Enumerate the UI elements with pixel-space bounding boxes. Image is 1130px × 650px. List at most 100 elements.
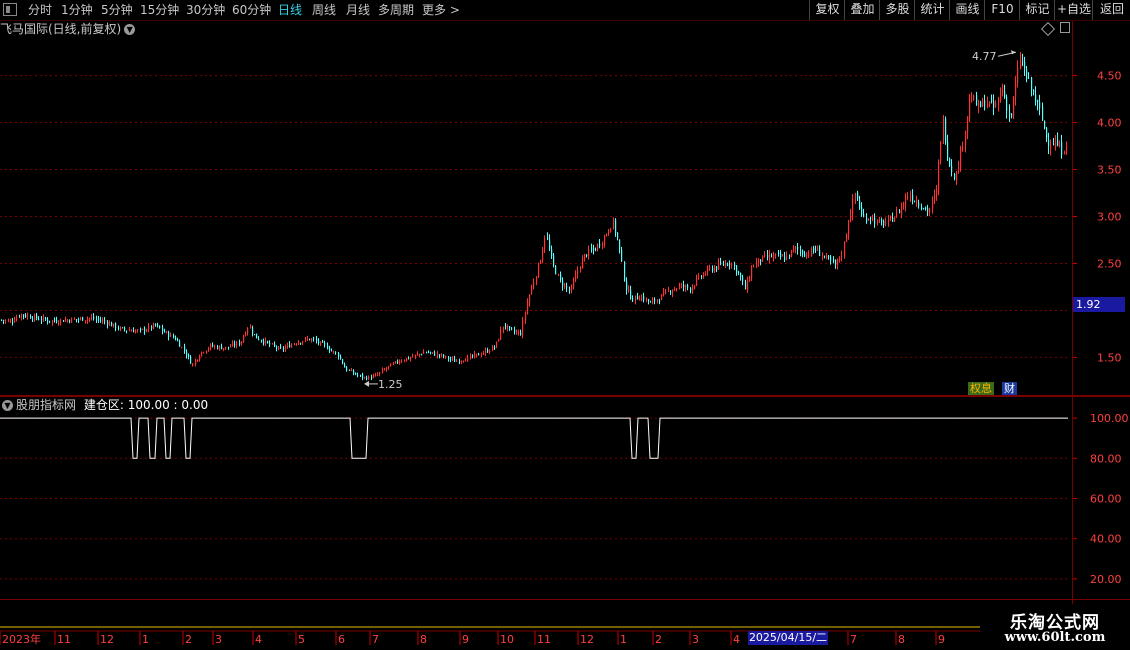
panel-expand-icon[interactable] xyxy=(1060,22,1070,33)
candle-body xyxy=(742,277,744,282)
candle-body xyxy=(571,286,573,291)
candle-body xyxy=(1055,141,1057,147)
candle-body xyxy=(892,217,894,222)
candle-body xyxy=(516,332,518,334)
candle-body xyxy=(329,348,331,351)
candle-body xyxy=(230,346,232,348)
candle-body xyxy=(943,118,945,141)
candle-body xyxy=(272,343,274,345)
chevron-down-icon[interactable]: ▼ xyxy=(2,400,13,411)
time-label: 3 xyxy=(692,633,699,646)
candle-body xyxy=(428,352,430,354)
candle-body xyxy=(740,273,742,278)
candle-body xyxy=(619,239,621,249)
candle-body xyxy=(467,356,469,362)
candle-body xyxy=(206,350,208,353)
candle-body xyxy=(135,330,137,333)
candle-body xyxy=(368,376,370,380)
candle-body xyxy=(815,249,817,251)
candle-body xyxy=(210,344,212,349)
finance-badge[interactable]: 财 xyxy=(1002,382,1017,395)
candle-body xyxy=(881,219,883,222)
candle-body xyxy=(784,256,786,261)
candle-body xyxy=(718,262,720,270)
candle-body xyxy=(395,361,397,363)
candle-body xyxy=(778,252,780,254)
candle-body xyxy=(67,320,69,322)
candle-body xyxy=(1035,94,1037,102)
candle-body xyxy=(76,319,78,321)
candle-body xyxy=(602,243,604,245)
candle-body xyxy=(531,287,533,295)
time-label: 4 xyxy=(733,633,740,646)
candle-body xyxy=(280,346,282,349)
high-price-label: 4.77 xyxy=(972,50,997,63)
candle-body xyxy=(991,100,993,102)
candle-body xyxy=(23,314,25,316)
candle-body xyxy=(49,320,51,322)
candle-body xyxy=(586,254,588,257)
candle-body xyxy=(866,217,868,222)
candle-body xyxy=(839,258,841,260)
candle-body xyxy=(474,353,476,357)
candle-body xyxy=(496,341,498,347)
candle-body xyxy=(789,254,791,257)
time-label: 2 xyxy=(185,633,192,646)
candle-body xyxy=(525,312,527,321)
time-label: 1 xyxy=(142,633,149,646)
candle-body xyxy=(995,102,997,107)
candle-body xyxy=(333,351,335,353)
candle-body xyxy=(811,248,813,256)
candle-body xyxy=(936,189,938,196)
time-label: 5 xyxy=(298,633,305,646)
candle-body xyxy=(131,330,133,332)
candle-body xyxy=(463,360,465,362)
candle-body xyxy=(661,294,663,301)
candle-body xyxy=(142,328,144,330)
candle-body xyxy=(767,254,769,258)
candle-body xyxy=(170,334,172,337)
candle-body xyxy=(36,314,38,319)
candle-body xyxy=(404,360,406,362)
candle-body xyxy=(247,328,249,333)
candle-body xyxy=(800,250,802,252)
candle-body xyxy=(1015,83,1017,98)
candle-body xyxy=(707,267,709,273)
candle-body xyxy=(175,337,177,340)
candle-body xyxy=(190,356,192,364)
candle-body xyxy=(562,280,564,287)
candle-body xyxy=(756,261,758,267)
candle-body xyxy=(859,200,861,209)
cursor-date: 2025/04/15/二 xyxy=(748,631,828,645)
candle-body xyxy=(184,346,186,352)
candle-body xyxy=(817,248,819,251)
candle-body xyxy=(168,331,170,337)
candle-body xyxy=(421,354,423,356)
candle-body xyxy=(492,346,494,351)
candle-body xyxy=(137,329,139,331)
candle-body xyxy=(769,254,771,259)
indicator-grid xyxy=(0,417,1070,580)
candle-body xyxy=(146,329,148,332)
candle-body xyxy=(626,281,628,291)
candle-body xyxy=(263,340,265,344)
candle-body xyxy=(201,351,203,356)
indicator-y-axis: 100.00 80.00 60.00 40.00 20.00 xyxy=(1072,412,1129,586)
candle-body xyxy=(505,326,507,328)
candle-body xyxy=(265,340,267,344)
chart-canvas[interactable]: 4.50 4.00 3.50 3.00 2.50 1.50 100.00 80.00 60.0… xyxy=(0,0,1130,650)
candle-body xyxy=(129,330,131,332)
candle-body xyxy=(1017,67,1019,83)
candle-body xyxy=(377,374,379,376)
candle-body xyxy=(476,353,478,355)
candle-body xyxy=(151,325,153,329)
candle-body xyxy=(773,254,775,257)
candle-body xyxy=(89,317,91,319)
candle-body xyxy=(703,274,705,278)
candle-body xyxy=(423,352,425,354)
candle-body xyxy=(124,327,126,330)
dividend-badge[interactable]: 权息 xyxy=(968,382,994,395)
candle-body xyxy=(806,253,808,257)
candle-body xyxy=(445,356,447,358)
y-tick-label: 80.00 xyxy=(1090,452,1122,465)
